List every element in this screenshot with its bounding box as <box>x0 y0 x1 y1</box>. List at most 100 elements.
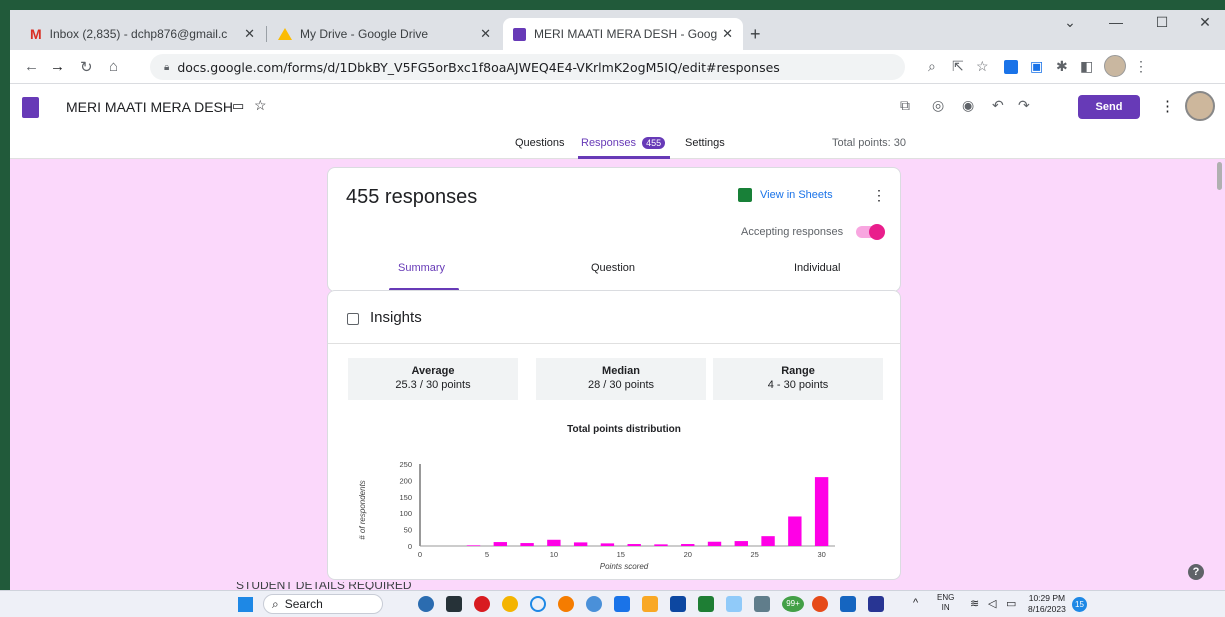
tray-chevron-icon[interactable]: ^ <box>913 597 918 609</box>
stat-value: 28 / 30 points <box>587 379 655 391</box>
powerpoint-icon[interactable] <box>812 596 828 612</box>
chart-bar <box>520 543 534 546</box>
search-icon: ⌕ <box>272 596 279 611</box>
forms-logo-icon <box>22 97 39 118</box>
address-bar[interactable]: 🔒︎ docs.google.com/forms/d/1DbkBY_V5FG5o… <box>150 54 905 80</box>
folder-icon[interactable]: ▭ <box>232 98 244 114</box>
file-icon[interactable] <box>446 596 462 612</box>
accepting-toggle[interactable] <box>856 224 885 240</box>
chart-bar <box>761 536 775 546</box>
wifi-icon[interactable]: ≋ <box>970 597 979 610</box>
chrome-icon[interactable] <box>502 596 518 612</box>
accepting-label: Accepting responses <box>741 226 844 238</box>
opera-icon[interactable] <box>474 596 490 612</box>
puzzle-icon[interactable]: ✱ <box>1056 58 1068 75</box>
insights-icon <box>347 313 359 325</box>
menu-kebab-icon[interactable]: ⋮ <box>1134 58 1148 75</box>
maximize-icon[interactable]: ☐ <box>1139 10 1185 34</box>
tab-responses[interactable]: Responses 455 <box>581 137 666 149</box>
forward-icon[interactable]: → <box>50 58 65 75</box>
y-tick-label: 50 <box>404 526 412 535</box>
tab-label: My Drive - Google Drive <box>300 27 429 41</box>
palette-icon[interactable]: ◎ <box>932 97 944 114</box>
home-icon[interactable]: ⌂ <box>109 58 118 75</box>
tab-drive[interactable]: My Drive - Google Drive ✕ <box>268 18 501 50</box>
back-icon[interactable]: ← <box>24 58 39 75</box>
tab-questions[interactable]: Questions <box>515 137 565 149</box>
subtab-individual[interactable]: Individual <box>794 262 840 274</box>
scrollbar-thumb[interactable] <box>1217 162 1222 190</box>
battery-icon[interactable]: ▭ <box>1006 597 1016 610</box>
edge-icon[interactable] <box>586 596 602 612</box>
whatsapp-badge[interactable]: 99+ <box>782 596 804 612</box>
subtab-summary[interactable]: Summary <box>398 262 445 274</box>
send-button[interactable]: Send <box>1078 95 1140 119</box>
responses-card: 455 responses View in Sheets ⋮ Accepting… <box>327 167 901 292</box>
network-app-icon[interactable] <box>726 596 742 612</box>
taskbar-search[interactable]: ⌕ Search <box>263 594 383 614</box>
y-tick-label: 0 <box>408 542 412 551</box>
zoom-icon[interactable]: ⌕ <box>928 58 936 75</box>
preview-eye-icon[interactable]: ◉ <box>962 97 974 114</box>
tab-divider <box>266 26 267 42</box>
form-header: MERI MAATI MERA DESH ▭ ☆ ⧉ ◎ ◉ ↶ ↷ Send … <box>10 85 1225 129</box>
sidebar-icon[interactable]: ◧ <box>1080 58 1093 75</box>
profile-avatar[interactable] <box>1104 55 1126 77</box>
chart-bar <box>788 516 802 546</box>
form-nav: Questions Responses 455 Settings Total p… <box>10 129 1225 159</box>
close-window-icon[interactable]: ✕ <box>1182 10 1225 34</box>
x-tick-label: 30 <box>817 550 825 559</box>
volume-icon[interactable]: ◁ <box>988 597 996 610</box>
date-label: 8/16/2023 <box>1028 604 1066 614</box>
x-tick-label: 5 <box>485 550 489 559</box>
excel-icon[interactable] <box>698 596 714 612</box>
chart-bar <box>493 542 508 546</box>
x-tick-label: 15 <box>617 550 625 559</box>
app-icon[interactable] <box>754 596 770 612</box>
tab-settings[interactable]: Settings <box>685 137 725 149</box>
share-icon[interactable]: ⇱ <box>952 58 964 75</box>
close-icon[interactable]: ✕ <box>480 26 491 42</box>
folder-icon[interactable] <box>642 596 658 612</box>
view-in-sheets-button[interactable]: View in Sheets <box>738 188 833 202</box>
account-avatar[interactable] <box>1185 91 1215 121</box>
new-tab-icon[interactable]: + <box>750 24 761 45</box>
minimize-icon[interactable]: — <box>1093 10 1139 34</box>
card-menu-icon[interactable]: ⋮ <box>872 187 886 204</box>
extension-drive-icon[interactable] <box>1004 60 1018 74</box>
cortana-icon[interactable] <box>530 596 546 612</box>
help-icon[interactable]: ? <box>1188 564 1204 580</box>
windows-start-icon[interactable] <box>238 597 253 612</box>
extension-cast-icon[interactable]: ▣ <box>1030 58 1043 75</box>
store-icon[interactable] <box>670 596 686 612</box>
addon-icon[interactable]: ⧉ <box>900 97 910 114</box>
word-icon[interactable] <box>614 596 630 612</box>
bing-icon[interactable] <box>418 596 434 612</box>
chart-x-label: Points scored <box>600 562 649 571</box>
close-icon[interactable]: ✕ <box>722 26 733 42</box>
more-icon[interactable]: ⋮ <box>1160 97 1175 115</box>
star-icon[interactable]: ☆ <box>976 58 989 75</box>
chart-bar <box>547 539 561 546</box>
stat-label: Range <box>781 365 815 377</box>
chart-bar <box>654 544 668 546</box>
subtab-question[interactable]: Question <box>591 262 635 274</box>
redo-icon[interactable]: ↷ <box>1018 97 1030 114</box>
star-icon[interactable]: ☆ <box>254 97 267 114</box>
tab-gmail[interactable]: M Inbox (2,835) - dchp876@gmail.c ✕ <box>20 18 265 50</box>
clock[interactable]: 10:29 PM 8/16/2023 <box>1028 593 1066 615</box>
firefox-icon[interactable] <box>558 596 574 612</box>
mail-icon[interactable] <box>840 596 856 612</box>
teams-icon[interactable] <box>868 596 884 612</box>
chart-bar <box>681 544 695 546</box>
chart-bar <box>734 541 748 546</box>
notification-badge[interactable]: 15 <box>1072 597 1087 612</box>
language-indicator[interactable]: ENG IN <box>937 593 954 613</box>
undo-icon[interactable]: ↶ <box>992 97 1004 114</box>
chevron-down-icon[interactable]: ⌄ <box>1047 10 1093 34</box>
tab-forms[interactable]: MERI MAATI MERA DESH - Goog ✕ <box>503 18 743 50</box>
close-icon[interactable]: ✕ <box>244 26 255 42</box>
reload-icon[interactable]: ↻ <box>80 58 93 76</box>
chart-bar <box>814 477 829 546</box>
tab-label: MERI MAATI MERA DESH - Goog <box>534 27 718 41</box>
